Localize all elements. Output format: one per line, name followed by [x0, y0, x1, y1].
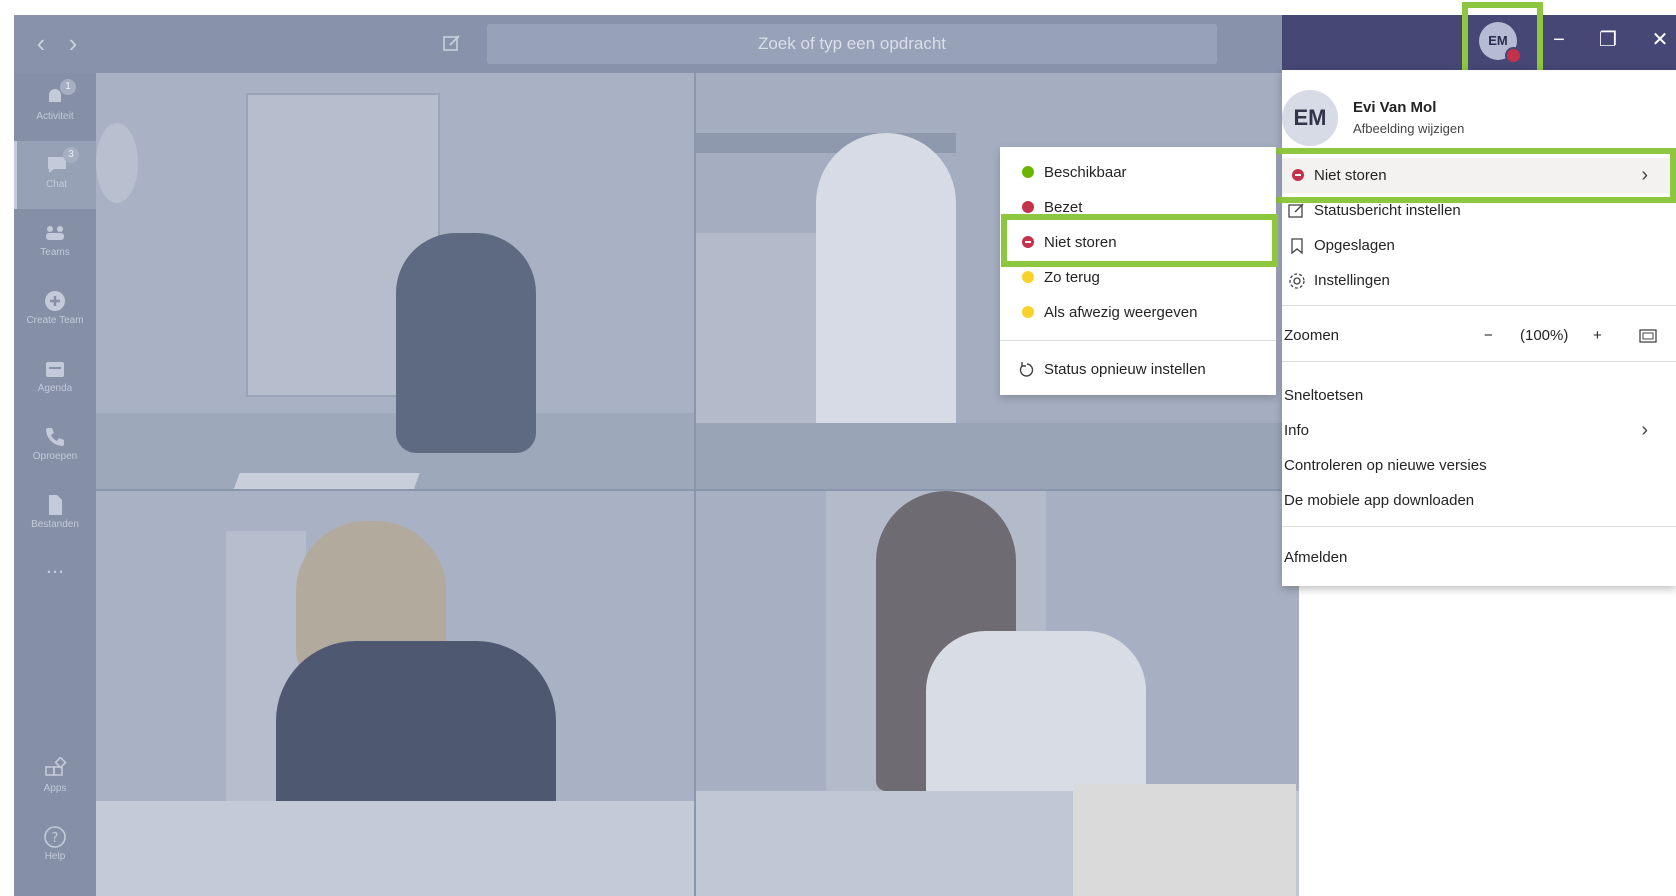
bookmark-icon [1291, 238, 1303, 255]
close-button[interactable]: ✕ [1644, 24, 1676, 56]
calendar-icon [46, 362, 64, 377]
user-name: Evi Van Mol [1353, 99, 1437, 116]
check-updates-item[interactable]: Controleren op nieuwe versies [1282, 448, 1676, 483]
help-icon: ? [44, 826, 66, 848]
menu-divider [1282, 361, 1676, 362]
rail-label: Oproepen [32, 451, 78, 462]
rail-item-files[interactable]: Bestanden [14, 481, 96, 549]
menu-divider [1282, 305, 1676, 306]
title-bar: ‹ › Zoek of typ een opdracht [14, 15, 1299, 73]
edit-message-icon [1288, 203, 1304, 218]
rail-item-chat[interactable]: 3 Chat [14, 141, 96, 209]
teams-icon [46, 226, 64, 240]
rail-item-create-team[interactable]: Create Team [14, 277, 96, 345]
away-status-icon [1022, 306, 1034, 318]
reset-status-label: Status opnieuw instellen [1044, 361, 1206, 378]
rail-label: Help [44, 851, 66, 862]
menu-divider [1282, 526, 1676, 527]
minimize-button[interactable]: − [1543, 24, 1575, 56]
saved-item[interactable]: Opgeslagen [1282, 228, 1676, 263]
chevron-right-icon[interactable]: › [60, 29, 86, 57]
zoom-in-button[interactable]: + [1593, 318, 1602, 353]
rail-label: Bestanden [31, 519, 79, 530]
chat-badge: 3 [63, 147, 79, 163]
activity-badge: 1 [60, 79, 76, 95]
settings-item[interactable]: Instellingen [1282, 263, 1676, 298]
phone-icon [46, 428, 64, 446]
rail-item-more[interactable]: ... [14, 543, 96, 611]
available-status-icon [1022, 166, 1034, 178]
saved-label: Opgeslagen [1314, 237, 1395, 254]
change-picture-link[interactable]: Afbeelding wijzigen [1353, 121, 1464, 136]
more-icon: ... [45, 553, 65, 578]
app-rail: 1 Activiteit 3 Chat Teams Create Team Ag… [14, 73, 96, 896]
settings-label: Instellingen [1314, 272, 1390, 289]
chevron-left-icon[interactable]: ‹ [28, 29, 54, 57]
zoom-label: Zoomen [1284, 327, 1340, 344]
info-label: Info [1284, 422, 1310, 439]
video-tile [96, 491, 694, 896]
rail-item-teams[interactable]: Teams [14, 209, 96, 277]
rail-label: Agenda [37, 383, 73, 394]
rail-item-calls[interactable]: Oproepen [14, 413, 96, 481]
rail-label: Apps [43, 783, 67, 794]
status-message-item[interactable]: Statusbericht instellen [1282, 193, 1676, 228]
rail-label: Activiteit [36, 111, 74, 122]
sign-out-label: Afmelden [1284, 549, 1348, 566]
reset-status-item[interactable]: Status opnieuw instellen [1000, 352, 1276, 387]
status-option-label: Beschikbaar [1044, 164, 1127, 181]
shortcuts-item[interactable]: Sneltoetsen [1282, 378, 1676, 413]
highlight-box-avatar [1462, 2, 1543, 78]
search-input[interactable]: Zoek of typ een opdracht [487, 24, 1217, 64]
download-mobile-label: De mobiele app downloaden [1284, 492, 1475, 509]
zoom-value: (100%) [1520, 327, 1569, 344]
status-option-label: Zo terug [1044, 269, 1100, 286]
placeholder-block [1073, 784, 1296, 896]
rail-label: Teams [40, 247, 70, 258]
rail-item-activity[interactable]: 1 Activiteit [14, 73, 96, 141]
gear-icon [1289, 273, 1305, 289]
svg-text:?: ? [52, 831, 59, 846]
zoom-row: Zoomen − (100%) + [1282, 318, 1676, 353]
submenu-divider [1000, 340, 1276, 341]
compose-icon[interactable] [442, 33, 462, 53]
rail-label: Create Team [26, 315, 84, 326]
status-option-label: Als afwezig weergeven [1044, 304, 1198, 321]
sign-out-item[interactable]: Afmelden [1282, 540, 1676, 575]
rail-label: Chat [45, 179, 68, 190]
status-option-available[interactable]: Beschikbaar [1000, 155, 1276, 190]
zoom-out-button[interactable]: − [1484, 318, 1493, 353]
check-updates-label: Controleren op nieuwe versies [1284, 457, 1487, 474]
status-message-label: Statusbericht instellen [1314, 202, 1461, 219]
video-tile [96, 73, 694, 489]
info-item[interactable]: Info › [1282, 413, 1676, 448]
brb-status-icon [1022, 271, 1034, 283]
status-option-brb[interactable]: Zo terug [1000, 260, 1276, 295]
file-icon [49, 495, 62, 515]
busy-status-icon [1022, 201, 1034, 213]
restore-button[interactable]: ❐ [1592, 24, 1624, 56]
rail-item-agenda[interactable]: Agenda [14, 345, 96, 413]
chevron-right-icon: › [1641, 419, 1648, 441]
plus-circle-icon [45, 291, 65, 311]
rail-item-help[interactable]: ? Help [14, 813, 96, 881]
rail-item-apps[interactable]: Apps [14, 745, 96, 813]
fullscreen-icon[interactable] [1639, 327, 1657, 345]
apps-icon [45, 757, 67, 776]
shortcuts-label: Sneltoetsen [1284, 387, 1364, 404]
reset-icon [1019, 362, 1034, 377]
download-mobile-item[interactable]: De mobiele app downloaden [1282, 483, 1676, 518]
profile-avatar[interactable]: EM [1282, 90, 1338, 146]
status-option-away[interactable]: Als afwezig weergeven [1000, 295, 1276, 330]
